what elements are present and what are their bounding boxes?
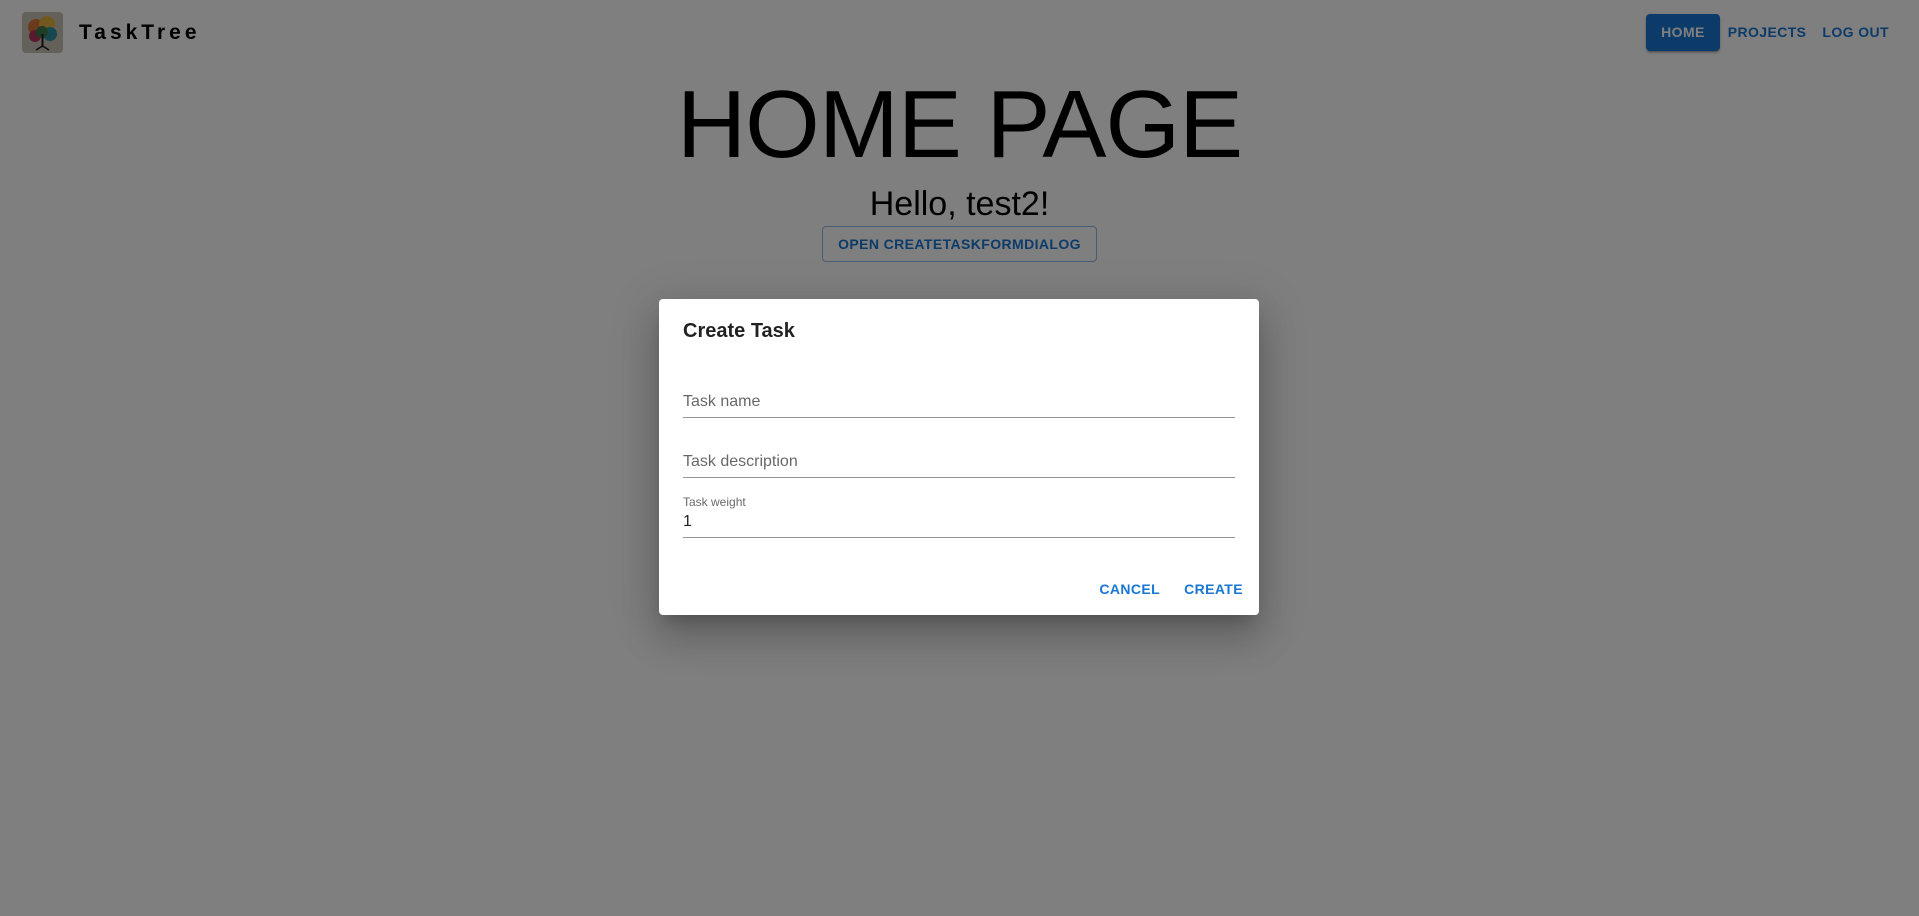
page-root: TaskTree HOME PROJECTS LOG OUT HOME PAGE… bbox=[0, 0, 1919, 916]
task-description-field bbox=[683, 429, 1235, 478]
task-weight-input[interactable] bbox=[683, 511, 1235, 533]
create-button[interactable]: CREATE bbox=[1176, 571, 1251, 607]
dialog-title: Create Task bbox=[683, 320, 795, 342]
task-weight-field: Task weight bbox=[683, 489, 1235, 538]
task-weight-label: Task weight bbox=[683, 495, 746, 509]
task-name-input[interactable] bbox=[683, 391, 1235, 413]
cancel-button[interactable]: CANCEL bbox=[1091, 571, 1168, 607]
task-name-field bbox=[683, 369, 1235, 418]
task-description-input[interactable] bbox=[683, 451, 1235, 473]
create-task-dialog: Create Task Task weight CANCEL CREATE bbox=[659, 299, 1259, 615]
dialog-actions: CANCEL CREATE bbox=[1083, 571, 1251, 607]
